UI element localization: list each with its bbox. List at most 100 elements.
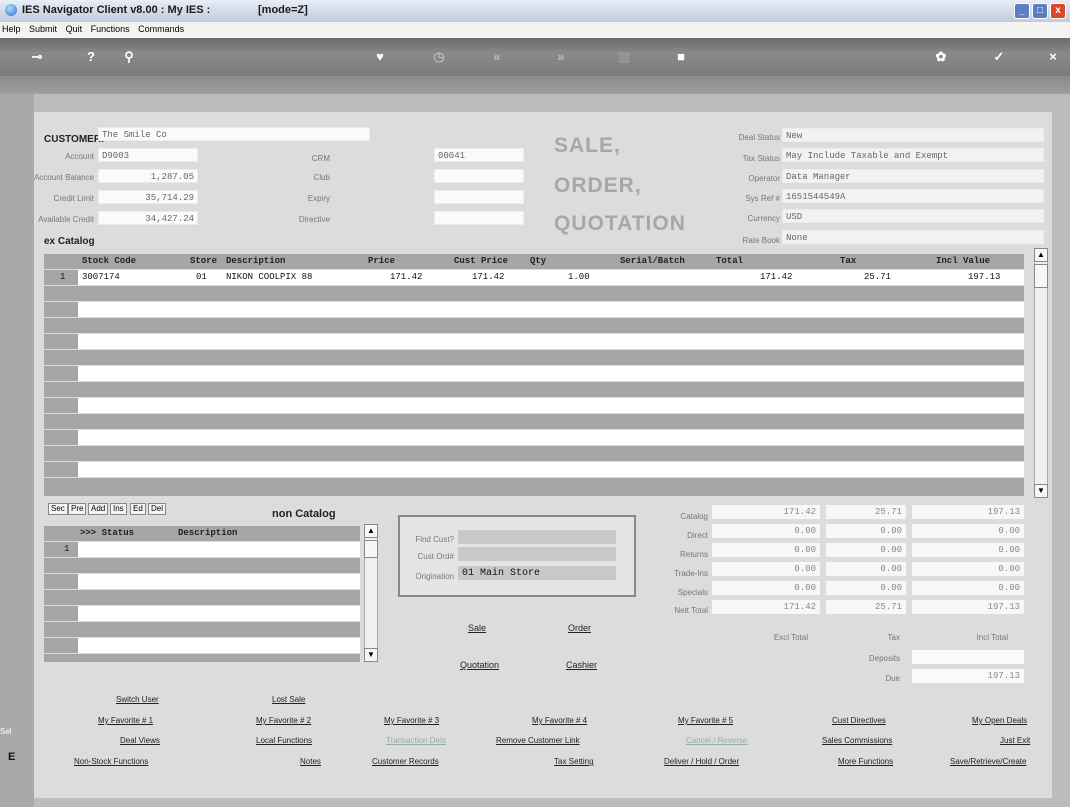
help-icon[interactable]: ? — [82, 48, 100, 66]
crm-field[interactable]: 00041 — [434, 148, 524, 162]
settings-icon[interactable]: ✿ — [932, 48, 950, 66]
lost-sale-link[interactable]: Lost Sale — [272, 695, 305, 704]
ins-button[interactable]: Ins — [110, 503, 127, 515]
my-favorite-4-link[interactable]: My Favorite # 4 — [532, 716, 587, 725]
customer-name-field[interactable]: The Smile Co — [98, 127, 370, 141]
nc-scroll-down-button[interactable]: ▼ — [364, 648, 378, 662]
table-row[interactable] — [44, 350, 1024, 365]
row-number-cell — [44, 398, 78, 413]
deal-status-label: Deal Status — [738, 133, 780, 142]
stop-icon[interactable]: ■ — [672, 48, 690, 66]
save-retrieve-create-link[interactable]: Save/Retrieve/Create — [950, 757, 1026, 766]
customer-label: CUSTOMER: — [44, 134, 105, 145]
my-favorite-5-link[interactable]: My Favorite # 5 — [678, 716, 733, 725]
menu-submit[interactable]: Submit — [29, 24, 57, 34]
more-functions-link[interactable]: More Functions — [838, 757, 893, 766]
table-row[interactable] — [44, 286, 1024, 301]
order-link[interactable]: Order — [568, 623, 591, 633]
list-item[interactable] — [44, 606, 360, 621]
table-row[interactable] — [44, 430, 1024, 445]
menu-functions[interactable]: Functions — [91, 24, 130, 34]
list-item[interactable] — [44, 590, 360, 605]
sale-link[interactable]: Sale — [468, 623, 486, 633]
list-item[interactable] — [44, 558, 360, 573]
my-favorite-2-link[interactable]: My Favorite # 2 — [256, 716, 311, 725]
quotation-link[interactable]: Quotation — [460, 660, 499, 670]
table-row[interactable] — [44, 398, 1024, 413]
table-row[interactable] — [44, 302, 1024, 317]
table-row[interactable] — [44, 334, 1024, 349]
find-cust-field[interactable] — [458, 530, 616, 544]
table-row[interactable] — [44, 462, 1024, 477]
ed-button[interactable]: Ed — [130, 503, 146, 515]
account-field[interactable]: D9003 — [98, 148, 198, 162]
nc-scroll-thumb[interactable] — [364, 540, 378, 558]
table-row[interactable] — [44, 318, 1024, 333]
confirm-icon[interactable]: ✓ — [990, 48, 1008, 66]
title-quotation: QUOTATION — [554, 212, 686, 235]
non-stock-functions-link[interactable]: Non-Stock Functions — [74, 757, 148, 766]
side-label-e: E — [8, 751, 16, 763]
close-button[interactable]: x — [1050, 3, 1066, 19]
list-item[interactable] — [44, 654, 360, 662]
sec-button[interactable]: Sec — [48, 503, 68, 515]
origination-field[interactable]: 01 Main Store — [458, 566, 616, 580]
transaction-dets-link[interactable]: Transaction Dets — [386, 736, 446, 745]
cust-directives-link[interactable]: Cust Directives — [832, 716, 886, 725]
table-row[interactable] — [44, 478, 1024, 496]
table-row[interactable] — [44, 446, 1024, 461]
cancel-reverse-link[interactable]: Cancel / Reverse — [686, 736, 747, 745]
cashier-link[interactable]: Cashier — [566, 660, 597, 670]
just-exit-link[interactable]: Just Exit — [1000, 736, 1030, 745]
list-item[interactable] — [44, 622, 360, 637]
list-item[interactable] — [44, 574, 360, 589]
totals-returns-incl: 0.00 — [912, 543, 1024, 557]
tax-setting-link[interactable]: Tax Setting — [554, 757, 594, 766]
deal-views-link[interactable]: Deal Views — [120, 736, 160, 745]
scroll-down-button[interactable]: ▼ — [1034, 484, 1048, 498]
del-button[interactable]: Del — [148, 503, 167, 515]
club-field[interactable] — [434, 169, 524, 183]
sales-commissions-link[interactable]: Sales Commissions — [822, 736, 892, 745]
scroll-up-button[interactable]: ▲ — [1034, 248, 1048, 262]
menu-commands[interactable]: Commands — [138, 24, 184, 34]
minimize-button[interactable]: _ — [1014, 3, 1030, 19]
list-item[interactable] — [44, 638, 360, 653]
customer-records-link[interactable]: Customer Records — [372, 757, 439, 766]
remove-customer-link[interactable]: Remove Customer Link — [496, 736, 580, 745]
col-cust-price: Cust Price — [454, 256, 509, 266]
deliver-hold-order-link[interactable]: Deliver / Hold / Order — [664, 757, 739, 766]
pre-button[interactable]: Pre — [68, 503, 87, 515]
my-favorite-1-link[interactable]: My Favorite # 1 — [98, 716, 153, 725]
scroll-thumb[interactable] — [1034, 264, 1048, 288]
switch-user-link[interactable]: Switch User — [116, 695, 159, 704]
close-icon[interactable]: × — [1044, 48, 1062, 66]
list-item[interactable]: 1 — [44, 542, 360, 557]
nc-scroll-up-button[interactable]: ▲ — [364, 524, 378, 538]
clock-icon[interactable]: ◷ — [430, 48, 448, 66]
menu-help[interactable]: Help — [2, 24, 21, 34]
table-row[interactable]: 1 3007174 01 NIKON COOLPIX 88 171.42 171… — [44, 270, 1024, 285]
grid-icon[interactable]: ▥ — [615, 48, 633, 66]
add-button[interactable]: Add — [88, 503, 109, 515]
maximize-button[interactable]: □ — [1032, 3, 1048, 19]
row-number: 1 — [60, 272, 66, 282]
heart-icon[interactable]: ♥ — [371, 48, 389, 66]
menu-quit[interactable]: Quit — [66, 24, 83, 34]
totals-tradeins-tax: 0.00 — [826, 562, 906, 576]
local-functions-link[interactable]: Local Functions — [256, 736, 312, 745]
my-open-deals-link[interactable]: My Open Deals — [972, 716, 1027, 725]
table-row[interactable] — [44, 366, 1024, 381]
search-icon[interactable]: ⚲ — [120, 48, 138, 66]
my-favorite-3-link[interactable]: My Favorite # 3 — [384, 716, 439, 725]
key-icon[interactable]: ⊸ — [28, 48, 46, 66]
directive-field[interactable] — [434, 211, 524, 225]
row-number-cell — [44, 334, 78, 349]
expiry-field[interactable] — [434, 190, 524, 204]
notes-link[interactable]: Notes — [300, 757, 321, 766]
table-row[interactable] — [44, 382, 1024, 397]
cust-ord-field[interactable] — [458, 547, 616, 561]
first-icon[interactable]: « — [488, 48, 506, 66]
last-icon[interactable]: » — [552, 48, 570, 66]
table-row[interactable] — [44, 414, 1024, 429]
